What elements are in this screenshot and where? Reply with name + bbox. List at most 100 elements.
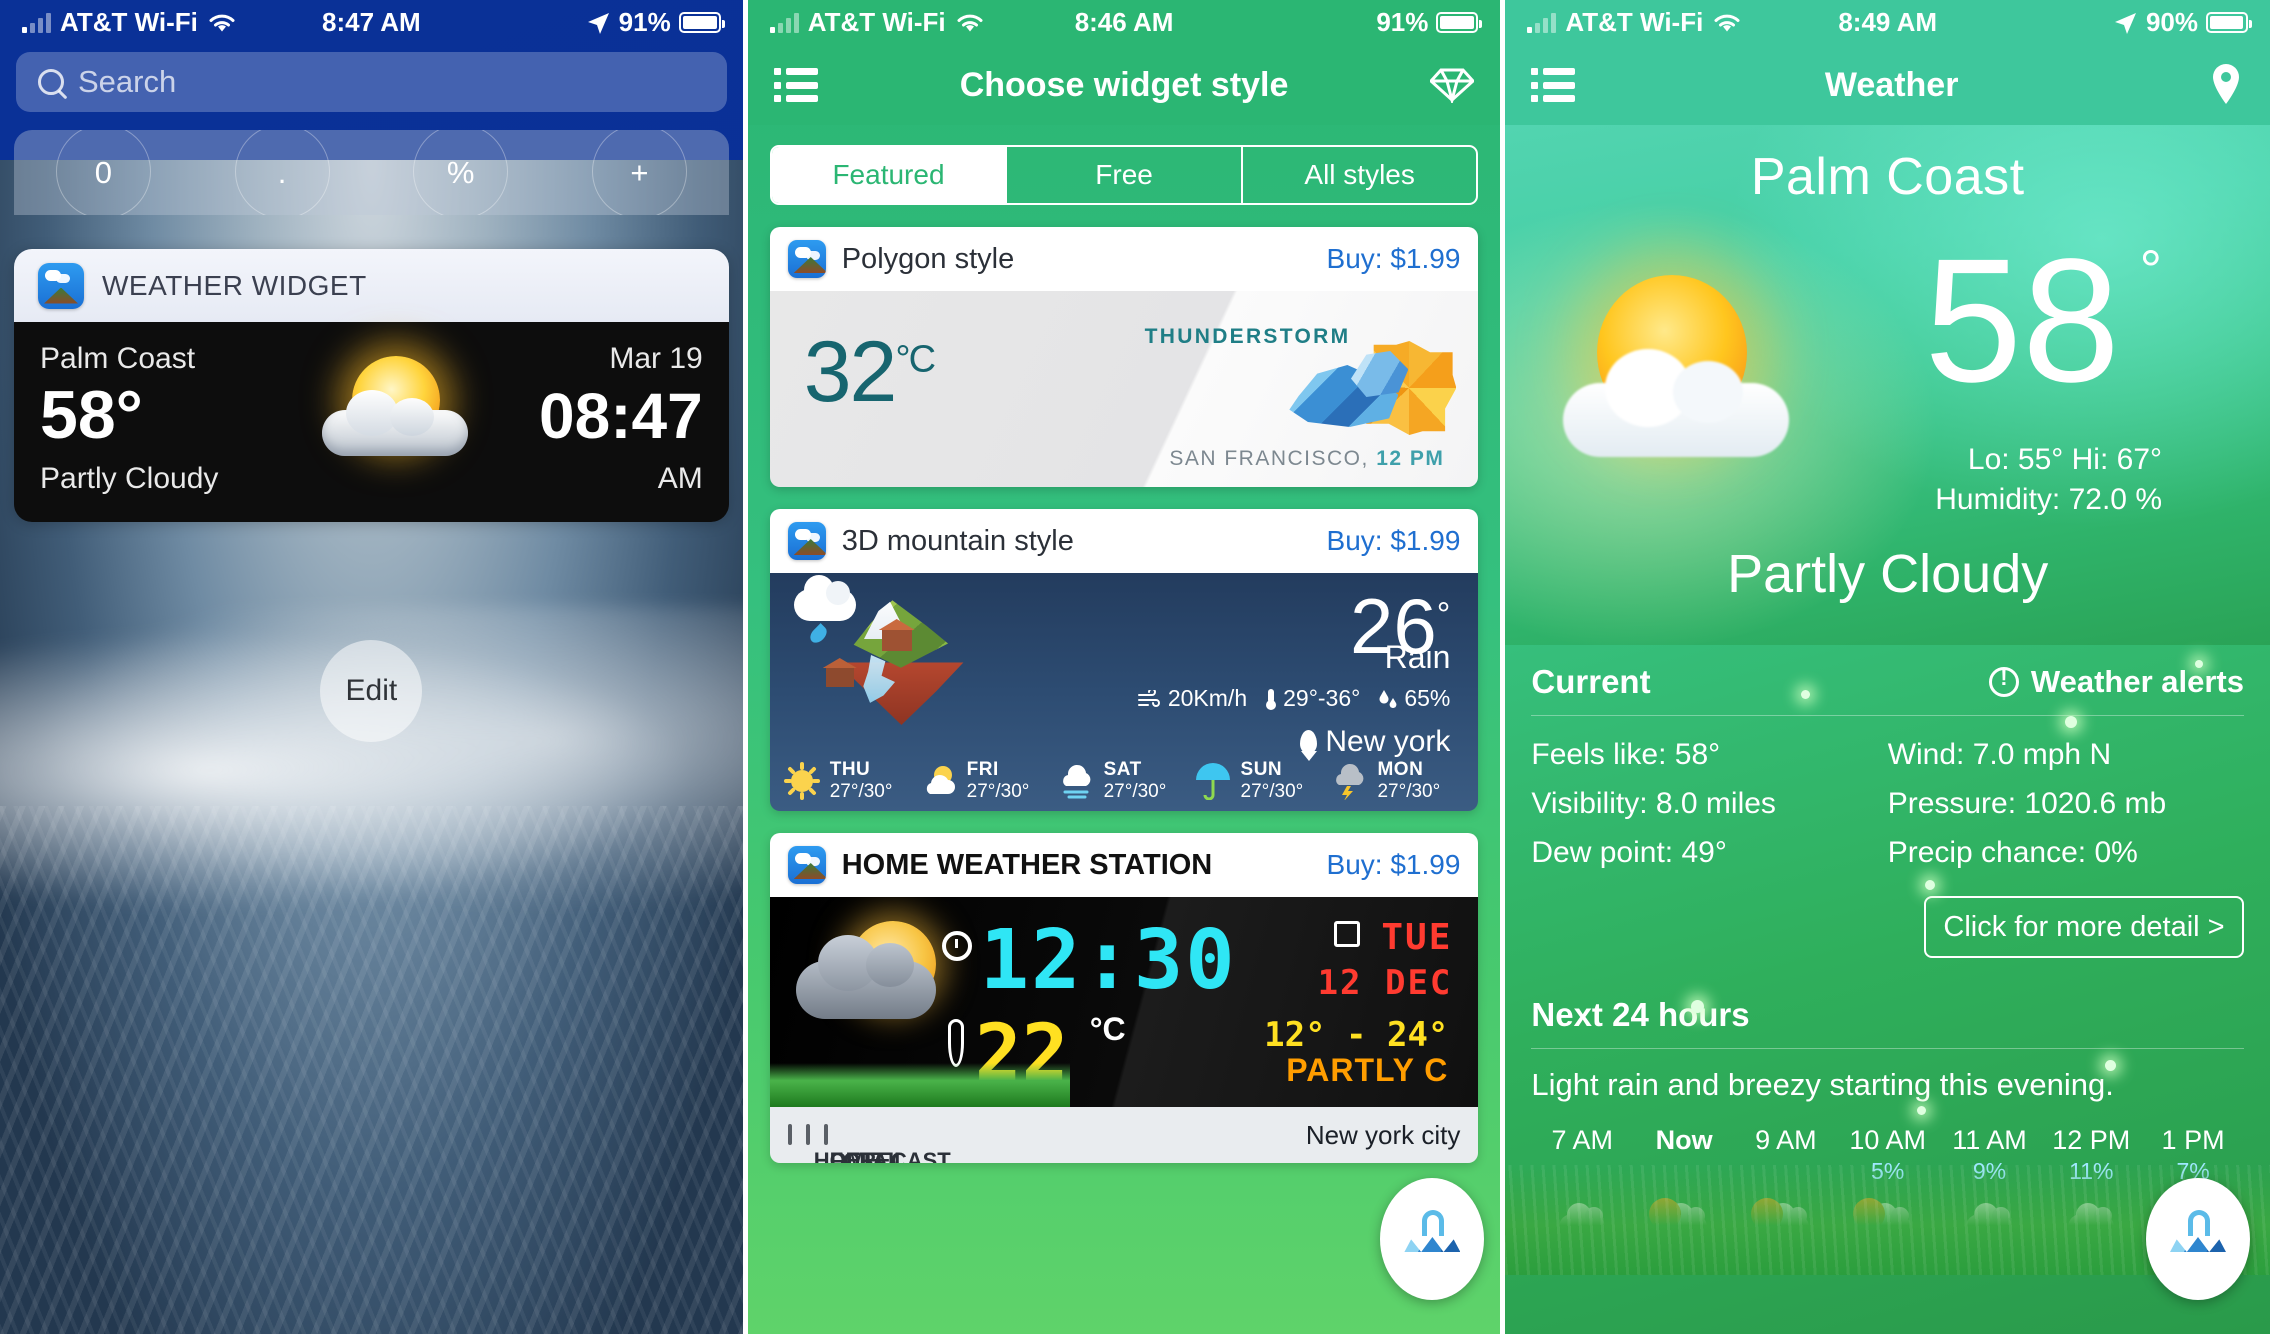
- widget-style-card-polygon[interactable]: Polygon style Buy: $1.99 32°C THUNDERSTO…: [769, 227, 1479, 487]
- card-header: Polygon style Buy: $1.99: [769, 227, 1479, 291]
- day-temps: 27°/30°: [1240, 781, 1304, 802]
- card-preview: 12:30 TUE 12 DEC 22 °C 12° - 24° PARTLY …: [769, 897, 1479, 1107]
- hour-cell: 12 PM 11% 67°: [2040, 1125, 2142, 1275]
- more-detail-button[interactable]: Click for more detail >: [1924, 896, 2244, 958]
- tab-pill[interactable]: [787, 1124, 792, 1145]
- location-pin-icon: [1300, 730, 1318, 754]
- preview-wind: 20Km/h: [1167, 685, 1248, 711]
- search-placeholder: Search: [78, 64, 177, 99]
- forecast-day: FRI 27°/30°: [919, 759, 1056, 803]
- floating-umbrella-button[interactable]: [2146, 1178, 2250, 1300]
- tab-pill[interactable]: [823, 1124, 828, 1145]
- preview-unit: °C: [1089, 1011, 1126, 1047]
- hour-temp: 58°: [1663, 1244, 1705, 1274]
- preview-temp: 32: [803, 324, 898, 420]
- current-title: Current: [1531, 663, 1651, 700]
- weather-alerts-button[interactable]: Weather alerts: [1988, 664, 2244, 700]
- stat-wind: Wind: 7.0 mph N: [1887, 738, 2112, 771]
- hour-precip: [1735, 1158, 1837, 1186]
- panel-weather-detail: AT&T Wi-Fi 8:49 AM 90% Weather Palm Coas…: [1505, 0, 2270, 1334]
- partly-cloudy-icon: [1837, 1186, 1939, 1240]
- calc-key-plus[interactable]: +: [550, 130, 729, 215]
- calc-key-decimal[interactable]: .: [193, 130, 372, 215]
- stat-dew-point: Dew point: 49°: [1531, 836, 1727, 869]
- preview-tab-forecast[interactable]: FORECAST: [830, 1148, 951, 1163]
- navigation-bar: Choose widget style: [747, 45, 1501, 125]
- tab-all-styles[interactable]: All styles: [1243, 147, 1477, 203]
- hero-humidity-label: Humidity: 72.0 %: [1935, 483, 2162, 516]
- preview-tabbar: HOME DETAIL FORECAST New york city: [769, 1107, 1479, 1163]
- hour-precip: 11%: [2069, 1158, 2114, 1184]
- floating-umbrella-button[interactable]: [1380, 1178, 1485, 1300]
- alert-icon: [1988, 665, 2019, 697]
- preview-condition: PARTLY C: [1286, 1052, 1449, 1088]
- list-icon[interactable]: [773, 68, 818, 102]
- hour-precip: [1633, 1158, 1735, 1186]
- humidity-icon: [1379, 689, 1397, 708]
- widget-style-card-home-weather-station[interactable]: HOME WEATHER STATION Buy: $1.99 12:30 TU…: [769, 833, 1479, 1163]
- preview-city: SAN FRANCISCO,: [1169, 447, 1369, 470]
- tab-featured[interactable]: Featured: [771, 147, 1008, 203]
- carrier-label: AT&T Wi-Fi: [807, 7, 946, 37]
- edit-button[interactable]: Edit: [320, 640, 423, 742]
- preview-lohi: 12° - 24°: [1264, 1015, 1449, 1055]
- calendar-icon: [1334, 921, 1361, 947]
- weather-alerts-label: Weather alerts: [2030, 664, 2244, 699]
- wifi-icon: [209, 14, 235, 31]
- preview-date: 12 DEC: [1317, 963, 1453, 1003]
- style-filter-tabs[interactable]: Featured Free All styles: [769, 145, 1479, 205]
- signal-bars-icon: [769, 12, 799, 33]
- signal-bars-icon: [22, 12, 51, 33]
- hero-city-label: Palm Coast: [1750, 148, 2025, 206]
- location-pin-icon[interactable]: [2208, 62, 2244, 108]
- panel-today-view: AT&T Wi-Fi 8:47 AM 91% Search 0 . % + WE…: [0, 0, 743, 1334]
- house-icon: [881, 629, 912, 651]
- day-name: MON: [1377, 759, 1424, 780]
- cloudy-icon: [2040, 1186, 2142, 1240]
- next24-title: Next 24 hours: [1531, 996, 1750, 1033]
- status-bar: AT&T Wi-Fi 8:49 AM 90%: [1505, 0, 2270, 45]
- sun-icon: [783, 762, 820, 800]
- gem-icon[interactable]: [1430, 67, 1475, 103]
- weather-widget-card[interactable]: WEATHER WIDGET Palm Coast Mar 19 58° 08:…: [14, 249, 729, 522]
- widget-date-label: Mar 19: [609, 342, 703, 375]
- hour-cell: 11 AM 9% 67°: [1939, 1125, 2041, 1275]
- weather-widget-body: Palm Coast Mar 19 58° 08:47 Partly Cloud…: [14, 322, 729, 522]
- search-input[interactable]: Search: [16, 52, 727, 112]
- forecast-day: SAT 27°/30°: [1056, 759, 1193, 803]
- hour-label: 12 PM: [2052, 1125, 2131, 1155]
- hour-temp: 65°: [1867, 1244, 1909, 1274]
- forecast-day: THU 27°/30°: [782, 759, 919, 803]
- hour-label: 7 AM: [1551, 1125, 1614, 1155]
- hour-cell: Now 58°: [1633, 1125, 1735, 1275]
- buy-price-label[interactable]: Buy: $1.99: [1327, 849, 1461, 881]
- day-temps: 27°/30°: [1103, 781, 1167, 802]
- preview-clock: 12:30: [979, 913, 1237, 1008]
- buy-price-label[interactable]: Buy: $1.99: [1327, 243, 1461, 275]
- next24-summary: Light rain and breezy starting this even…: [1531, 1067, 2114, 1102]
- calc-key-0[interactable]: 0: [14, 130, 193, 215]
- calculator-widget[interactable]: 0 . % +: [14, 130, 729, 215]
- stat-pressure: Pressure: 1020.6 mb: [1887, 787, 2167, 820]
- mountain-island-art: [790, 575, 990, 733]
- thunderstorm-icon: [1336, 763, 1364, 800]
- card-title: HOME WEATHER STATION: [841, 848, 1213, 881]
- tab-pill[interactable]: [805, 1124, 810, 1145]
- tab-free[interactable]: Free: [1007, 147, 1243, 203]
- next24-header: Next 24 hours: [1531, 970, 2244, 1049]
- list-icon[interactable]: [1531, 68, 1576, 102]
- hour-label: 9 AM: [1755, 1125, 1817, 1155]
- battery-percent-label: 91%: [618, 7, 671, 37]
- preview-unit: °C: [895, 338, 936, 381]
- hour-label: Now: [1655, 1125, 1713, 1155]
- buy-price-label[interactable]: Buy: $1.99: [1327, 525, 1461, 557]
- preview-deg: °: [1436, 596, 1451, 634]
- status-bar: AT&T Wi-Fi 8:46 AM 91%: [747, 0, 1501, 45]
- calc-key-percent[interactable]: %: [371, 130, 550, 215]
- widget-style-card-3d-mountain[interactable]: 3D mountain style Buy: $1.99 26° Rain 20…: [769, 509, 1479, 811]
- weather-app-icon: [787, 522, 826, 560]
- hourly-forecast-strip[interactable]: 7 AM 57° Now 58° 9 AM 62° 10 AM 5% 65° 11 AM 9…: [1531, 1125, 2244, 1275]
- card-title: Polygon style: [841, 242, 1015, 275]
- hour-precip: [1531, 1158, 1633, 1186]
- hero-temp-label: 58: [1924, 223, 2120, 419]
